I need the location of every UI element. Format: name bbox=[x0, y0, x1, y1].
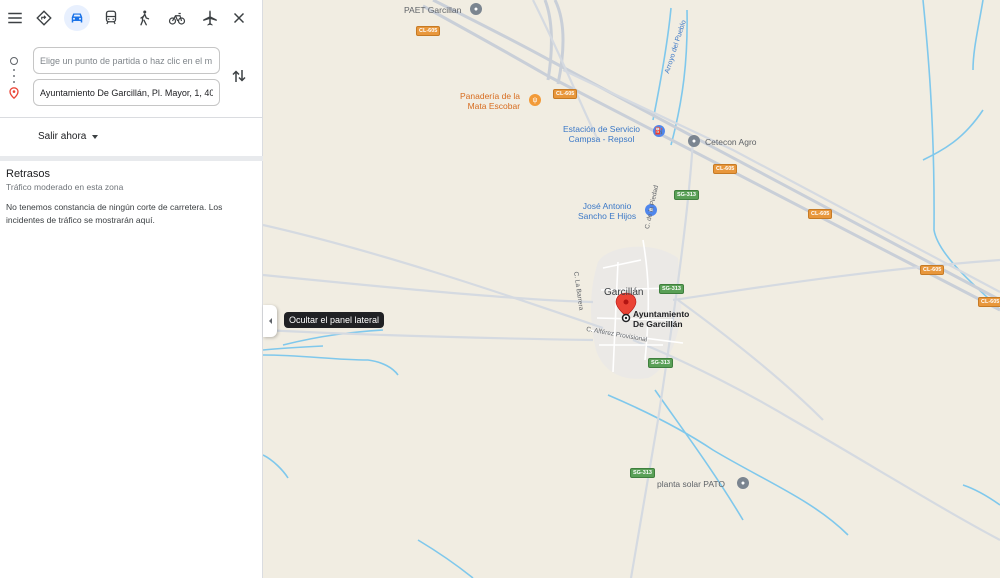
town-label: Garcillán bbox=[604, 287, 644, 298]
travel-mode-bar bbox=[0, 0, 263, 36]
best-route-icon bbox=[36, 10, 52, 26]
transit-icon bbox=[105, 10, 117, 25]
walk-icon bbox=[140, 10, 150, 26]
destination-pin-icon bbox=[9, 87, 19, 99]
poi-paet[interactable]: PAET Garcillan bbox=[404, 5, 461, 15]
poi-solar-icon[interactable]: ● bbox=[737, 477, 749, 489]
poi-bakery-line1: Panadería de la bbox=[460, 91, 521, 101]
poi-gas-station-line2: Campsa - Repsol bbox=[568, 134, 635, 144]
start-point-icon bbox=[10, 57, 18, 65]
menu-icon bbox=[8, 12, 22, 24]
collapse-tooltip: Ocultar el panel lateral bbox=[284, 312, 385, 328]
car-icon bbox=[71, 13, 83, 23]
delays-section: Retrasos Tráfico moderado en esta zona N… bbox=[6, 168, 256, 227]
poi-bakery-line2: Mata Escobar bbox=[467, 101, 521, 111]
section-separator bbox=[0, 156, 263, 161]
best-route-button[interactable] bbox=[31, 5, 57, 31]
caret-down-icon bbox=[92, 134, 99, 139]
road-shield-cl605: CL-605 bbox=[553, 89, 578, 99]
gas-station-icon[interactable]: ⛽ bbox=[653, 125, 665, 137]
walk-mode-button[interactable] bbox=[131, 5, 157, 31]
bike-icon bbox=[168, 12, 186, 25]
road-shield-cl605: CL-605 bbox=[713, 164, 738, 174]
destination-label-line1: Ayuntamiento bbox=[633, 309, 690, 319]
flight-mode-button[interactable] bbox=[197, 5, 223, 31]
depart-time-dropdown[interactable]: Salir ahora bbox=[38, 131, 99, 142]
delays-subtitle: Tráfico moderado en esta zona bbox=[6, 182, 124, 192]
road-shield-cl605: CL-605 bbox=[978, 297, 1000, 307]
road-shield-sg313: SG-313 bbox=[674, 190, 699, 200]
poi-jose-line2: Sancho E Hijos bbox=[578, 211, 637, 221]
road-shield-sg313: SG-313 bbox=[648, 358, 673, 368]
route-dots bbox=[13, 69, 15, 83]
road-shield-cl605: CL-605 bbox=[416, 26, 441, 36]
road-shield-sg313: SG-313 bbox=[659, 284, 684, 294]
close-directions-button[interactable] bbox=[226, 5, 252, 31]
map-canvas[interactable]: CL-605 CL-605 CL-605 CL-605 CL-605 CL-60… bbox=[263, 0, 1000, 578]
car-mode-button[interactable] bbox=[64, 5, 90, 31]
poi-gas-station[interactable]: Estación de Servicio Campsa - Repsol bbox=[563, 124, 640, 144]
depart-time-label: Salir ahora bbox=[38, 131, 87, 142]
poi-gas-station-line1: Estación de Servicio bbox=[563, 124, 641, 134]
menu-button[interactable] bbox=[2, 5, 28, 31]
poi-cetecon[interactable]: Cetecon Agro bbox=[705, 137, 757, 147]
start-point-input[interactable] bbox=[33, 47, 220, 74]
collapse-panel-button[interactable] bbox=[263, 305, 277, 337]
road-shield-cl605: CL-605 bbox=[920, 265, 945, 275]
chevron-left-icon bbox=[268, 318, 272, 324]
destination-label-line2: De Garcillán bbox=[633, 319, 683, 329]
road-shield-sg313: SG-313 bbox=[630, 468, 655, 478]
poi-jose-line1: José Antonio bbox=[582, 201, 632, 211]
poi-paet-icon[interactable]: ● bbox=[470, 3, 482, 15]
bike-mode-button[interactable] bbox=[164, 5, 190, 31]
road-shield-cl605: CL-605 bbox=[808, 209, 833, 219]
swap-icon[interactable] bbox=[230, 67, 248, 85]
delays-title: Retrasos bbox=[6, 168, 51, 180]
delays-body: No tenemos constancia de ningún corte de… bbox=[6, 202, 223, 225]
poi-solar-plant[interactable]: planta solar PATO bbox=[657, 479, 725, 489]
poi-cetecon-icon[interactable]: ● bbox=[688, 135, 700, 147]
close-icon bbox=[233, 12, 245, 24]
destination-label[interactable]: Ayuntamiento De Garcillán bbox=[633, 309, 689, 329]
directions-panel: Salir ahora Retrasos Tráfico moderado en… bbox=[0, 0, 263, 578]
destination-input[interactable] bbox=[33, 79, 220, 106]
route-inputs bbox=[0, 36, 263, 118]
restaurant-icon[interactable]: ψ bbox=[529, 94, 541, 106]
transit-mode-button[interactable] bbox=[98, 5, 124, 31]
flight-icon bbox=[203, 10, 217, 26]
maps-page: CL-605 CL-605 CL-605 CL-605 CL-605 CL-60… bbox=[0, 0, 1000, 578]
poi-bakery[interactable]: Panadería de la Mata Escobar bbox=[460, 91, 520, 111]
poi-jose-antonio[interactable]: José Antonio Sancho E Hijos bbox=[578, 201, 636, 221]
